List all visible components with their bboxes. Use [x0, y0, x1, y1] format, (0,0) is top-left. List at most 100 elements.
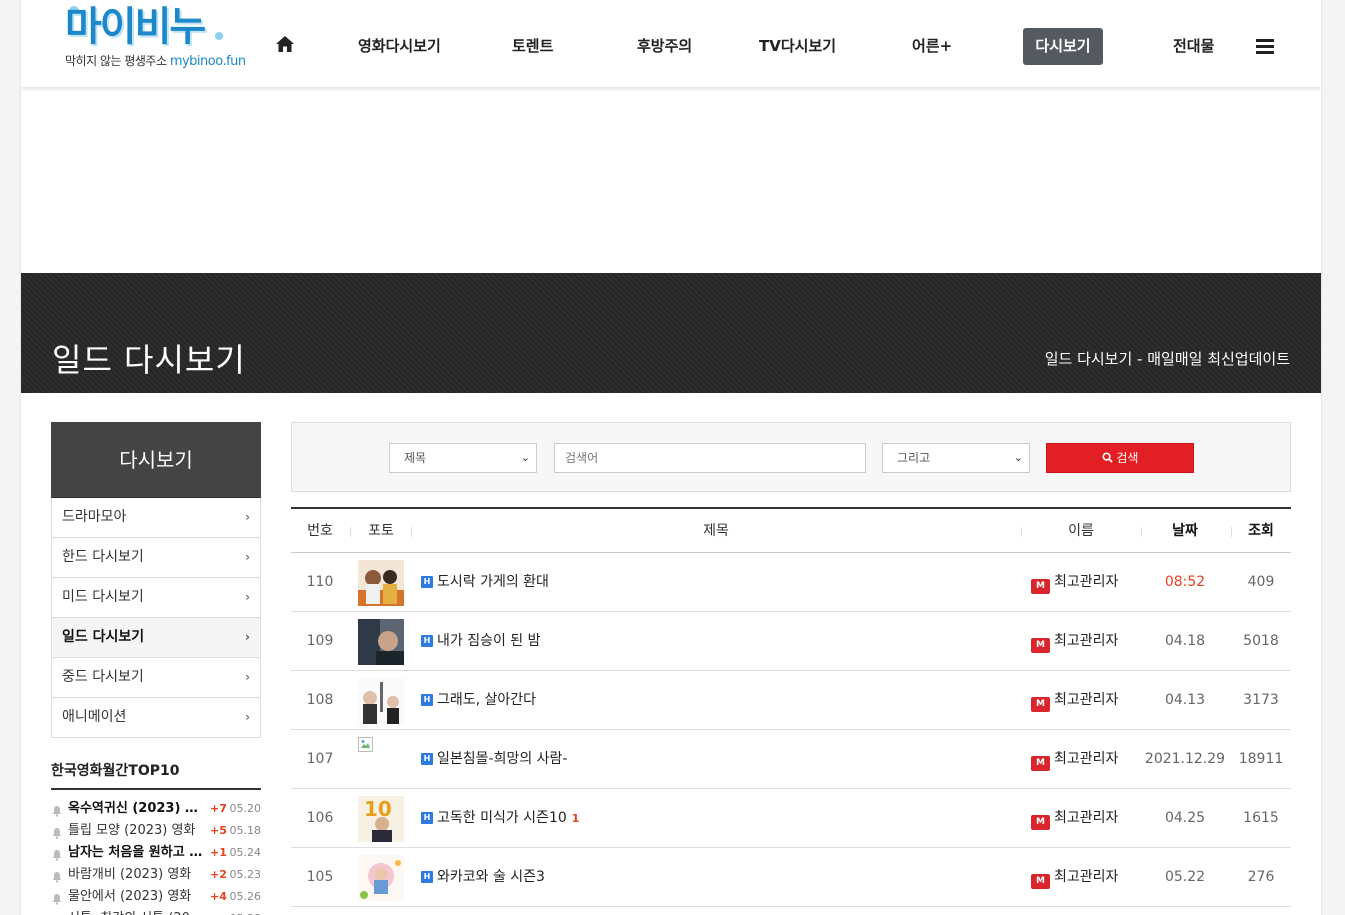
row-title-link[interactable]: 와카코와 술 시즌3 — [437, 866, 545, 886]
row-thumbnail[interactable] — [358, 737, 404, 783]
hd-icon: H — [421, 635, 433, 647]
row-num: 107 — [306, 751, 334, 767]
top10-item-rank: +7 — [210, 802, 227, 815]
sidebar-item-label: 한드 다시보기 — [62, 549, 144, 565]
th-title: 제목 — [703, 523, 729, 539]
search-button[interactable]: 검색 — [1046, 443, 1194, 473]
nav-item-sentai[interactable]: 전대물 — [1173, 28, 1214, 65]
row-author-name: 최고관리자 — [1054, 869, 1119, 885]
top10-item-rank: +2 — [210, 868, 227, 881]
top10-title: 한국영화월간TOP10 — [51, 760, 261, 790]
site-header: 마이비누 막히지 않는 평생주소 mybinoo.fun 영화다시보기 토렌트 … — [21, 0, 1321, 87]
th-views[interactable]: 조회 — [1231, 509, 1291, 553]
row-num: 106 — [306, 810, 334, 826]
top10-item[interactable]: 서특, 최강의 서특 (2023) 05.28 — [51, 908, 261, 915]
nav-item-replay[interactable]: 다시보기 — [1023, 28, 1103, 65]
home-icon[interactable] — [276, 36, 296, 56]
sidebar-heading: 다시보기 — [51, 422, 261, 498]
member-badge-icon: M — [1031, 756, 1050, 771]
search-operator-select[interactable]: 그리고 ⌄ — [882, 443, 1030, 473]
th-date[interactable]: 날짜 — [1141, 509, 1229, 553]
top10-item[interactable]: 옥수역귀신 (2023) 영화 +7 05.20 — [51, 798, 261, 820]
top10-item[interactable]: 남자는 처음을 원하고 여자는+105.24 — [51, 842, 261, 864]
row-date: 05.22 — [1164, 869, 1206, 885]
nav-item-adult[interactable]: 어른+ — [912, 28, 952, 65]
row-author-name: 최고관리자 — [1054, 574, 1119, 590]
sidebar-item-cdrama[interactable]: 중드 다시보기 › — [51, 658, 261, 698]
row-author[interactable]: M 최고관리자 — [1031, 748, 1118, 771]
svg-text:10: 10 — [364, 797, 392, 821]
row-thumbnail[interactable] — [358, 619, 404, 665]
top10-item-rank: +5 — [210, 824, 227, 837]
row-title-link[interactable]: 그래도, 살아간다 — [437, 689, 536, 709]
hd-icon: H — [421, 576, 433, 588]
row-views: 5018 — [1243, 633, 1279, 649]
hamburger-menu-icon[interactable] — [1256, 39, 1274, 54]
bell-icon — [51, 825, 63, 839]
chevron-right-icon: › — [245, 550, 250, 564]
bell-icon — [51, 891, 63, 905]
search-button-label: 검색 — [1116, 451, 1139, 465]
category-banner: 일드 다시보기 일드 다시보기 - 매일매일 최신업데이트 — [21, 273, 1321, 393]
sidebar-item-usdrama[interactable]: 미드 다시보기 › — [51, 578, 261, 618]
row-title-link[interactable]: 고독한 미식가 시즌10 1 — [437, 807, 579, 827]
table-row: 110 H 도시락 가게의 환대 M 최고관리자 08:52 409 — [291, 553, 1291, 612]
top10-item-title: 남자는 처음을 원하고 여자는 — [68, 845, 208, 860]
row-author[interactable]: M 최고관리자 — [1031, 807, 1118, 830]
chevron-right-icon: › — [245, 710, 250, 724]
bell-icon — [51, 803, 63, 817]
top10-item-title: 서특, 최강의 서특 (2023) — [68, 908, 208, 915]
logo-bubble — [215, 32, 223, 40]
nav-item-movies[interactable]: 영화다시보기 — [358, 28, 441, 65]
row-title: 내가 짐승이 된 밤 — [437, 633, 541, 649]
row-author-name: 최고관리자 — [1054, 751, 1119, 767]
row-date: 04.18 — [1164, 633, 1206, 649]
row-views: 409 — [1247, 574, 1275, 590]
sidebar-item-label: 중드 다시보기 — [62, 669, 144, 685]
row-author[interactable]: M 최고관리자 — [1031, 866, 1118, 889]
top10-item-date: 05.24 — [229, 846, 262, 859]
post-table: 번호 포토 제목 이름 날짜 조회 110 H 도시락 가게의 환대 M 최고관리자 08… — [291, 507, 1291, 907]
sidebar-item-label: 애니메이션 — [62, 709, 127, 725]
sidebar-item-anime[interactable]: 애니메이션 › — [51, 698, 261, 738]
row-thumbnail[interactable] — [358, 560, 404, 606]
banner-title: 일드 다시보기 — [52, 341, 246, 379]
sidebar-item-drama-moa[interactable]: 드라마모아 › — [51, 498, 261, 538]
row-author-name: 최고관리자 — [1054, 633, 1119, 649]
row-author[interactable]: M 최고관리자 — [1031, 571, 1118, 594]
row-views: 18911 — [1238, 751, 1284, 767]
sidebar-item-kdrama[interactable]: 한드 다시보기 › — [51, 538, 261, 578]
row-author[interactable]: M 최고관리자 — [1031, 630, 1118, 653]
row-title-link[interactable]: 일본침몰-희망의 사람- — [437, 748, 567, 768]
bell-icon — [51, 847, 63, 861]
top10-item[interactable]: 물안에서 (2023) 영화 +4 05.26 — [51, 886, 261, 908]
nav-item-torrent[interactable]: 토렌트 — [512, 28, 553, 65]
row-thumbnail[interactable] — [358, 678, 404, 724]
top10-item[interactable]: 틀립 모양 (2023) 영화 +5 05.18 — [51, 820, 261, 842]
nav-item-tv[interactable]: TV다시보기 — [759, 28, 836, 65]
row-title-link[interactable]: 내가 짐승이 된 밤 — [437, 630, 541, 650]
th-name: 이름 — [1068, 523, 1094, 539]
table-body: 110 H 도시락 가게의 환대 M 최고관리자 08:52 409 109 H 내가 짐승이 된… — [291, 553, 1291, 907]
row-views: 1615 — [1243, 810, 1279, 826]
member-badge-icon: M — [1031, 579, 1050, 594]
row-thumbnail[interactable] — [358, 855, 404, 901]
hd-icon: H — [421, 753, 433, 765]
logo-tagline-text: 막히지 않는 평생주소 — [65, 54, 167, 68]
hd-icon: H — [421, 694, 433, 706]
member-badge-icon: M — [1031, 815, 1050, 830]
row-author-name: 최고관리자 — [1054, 810, 1119, 826]
search-input[interactable] — [554, 443, 866, 473]
row-thumbnail[interactable]: 10 — [358, 796, 404, 842]
chevron-right-icon: › — [245, 630, 250, 644]
search-operator-select-value: 그리고 — [897, 451, 931, 465]
site-logo[interactable]: 마이비누 막히지 않는 평생주소 mybinoo.fun — [65, 4, 246, 70]
nav-item-nsfw[interactable]: 후방주의 — [637, 28, 692, 65]
top10-item[interactable]: 바람개비 (2023) 영화 +2 05.23 — [51, 864, 261, 886]
row-title-link[interactable]: 도시락 가게의 환대 — [437, 571, 549, 591]
search-field-select[interactable]: 제목 ⌄ — [389, 443, 537, 473]
row-author[interactable]: M 최고관리자 — [1031, 689, 1118, 712]
search-field-select-value: 제목 — [404, 451, 427, 465]
sidebar-item-jdrama[interactable]: 일드 다시보기 › — [51, 618, 261, 658]
logo-tagline: 막히지 않는 평생주소 mybinoo.fun — [65, 52, 246, 69]
